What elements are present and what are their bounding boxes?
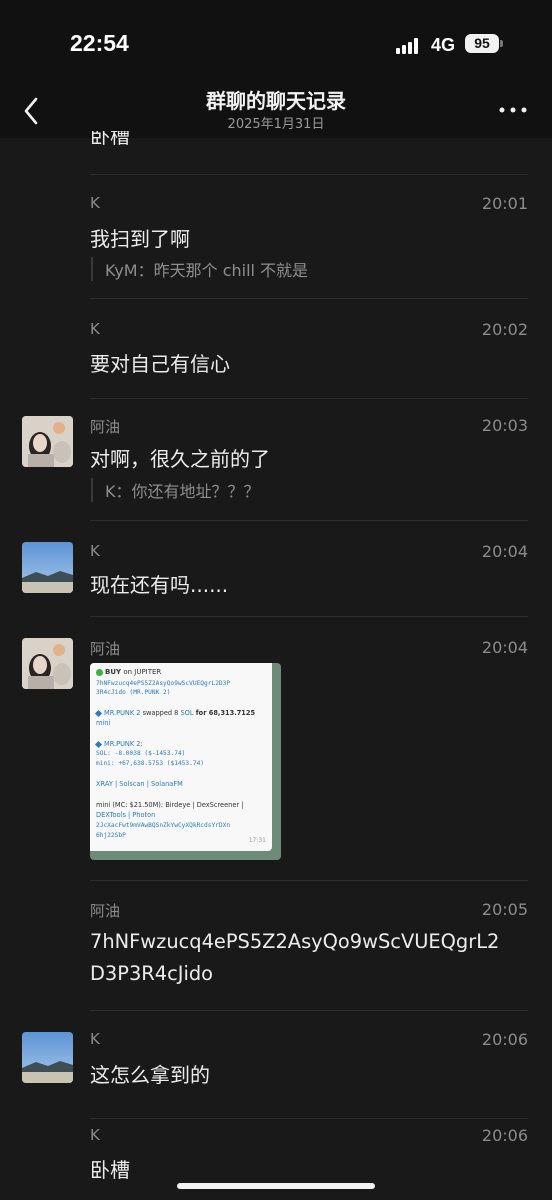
avatar[interactable] (22, 638, 73, 689)
message-text-line: D3P3R4cJido (90, 962, 214, 985)
card-sol: SOL (180, 709, 194, 717)
message-text: 我扫到了啊 (90, 227, 190, 251)
battery-tip (500, 40, 503, 47)
card-line: 3R4cJido (MR.PUNK 2) (96, 689, 171, 696)
message-time: 20:06 (481, 1030, 528, 1049)
sender-name: 阿油 (90, 640, 121, 658)
card-line: 6hj22SbP (96, 832, 126, 839)
green-circle-icon (96, 668, 103, 676)
divider (90, 174, 528, 175)
card-line: mini (96, 719, 111, 727)
partial-message-text: 卧槽 (90, 131, 130, 148)
divider (90, 398, 528, 399)
divider (90, 1010, 528, 1011)
message-time: 20:02 (481, 320, 528, 339)
network-type: 4G (431, 35, 456, 55)
card-line: DEXTools | Photon (96, 811, 156, 819)
sender-name: K (90, 194, 100, 212)
card-line: 2JcXacFwt9mVAwBQSnZkYwCyXQkRcdsYrDXn (96, 822, 231, 829)
more-dots-icon (499, 107, 527, 113)
telegram-screenshot: BUY on JUPITER 7hNFwzucq4ePS5Z2AsyQo9wSc… (90, 663, 272, 851)
divider (90, 520, 528, 521)
sender-name: K (90, 320, 100, 338)
message-time: 20:06 (481, 1126, 528, 1145)
more-button[interactable] (496, 98, 530, 118)
page-title: 群聊的聊天记录 (206, 89, 346, 113)
diamond-icon (94, 709, 103, 717)
message-time: 20:04 (481, 638, 528, 657)
card-line: 7hNFwzucq4ePS5Z2AsyQo9wScVUEQgrL2D3P (96, 680, 231, 687)
divider (90, 880, 528, 881)
signal-icon (396, 38, 422, 54)
card-line: mini: +67,638.5753 ($1453.74) (96, 760, 205, 767)
avatar[interactable] (22, 1032, 73, 1083)
card-amount: for 68,313.7125 (193, 709, 256, 717)
divider (90, 616, 528, 617)
status-time: 22:54 (70, 30, 129, 56)
battery-icon: 95 (465, 34, 499, 53)
message-time: 20:04 (481, 542, 528, 561)
message-time: 20:03 (481, 416, 528, 435)
buy-source: on JUPITER (121, 668, 162, 676)
message-text: 现在还有吗...... (90, 573, 229, 597)
sender-name: K (90, 1126, 100, 1144)
card-line: mini (MC: $21.50M): Birdeye | DexScreene… (96, 801, 244, 809)
message-text-line: 7hNFwzucq4ePS5Z2AsyQo9wScVUEQgrL2 (90, 930, 500, 953)
message-text: 卧槽 (90, 1158, 130, 1182)
home-indicator[interactable] (177, 1183, 375, 1189)
card-timestamp: 17:31 (248, 837, 266, 844)
avatar[interactable] (22, 416, 73, 467)
sender-name: 阿油 (90, 418, 121, 436)
quoted-message[interactable]: K：你还有地址？？？ (91, 478, 260, 502)
sender-name: 阿油 (90, 902, 121, 920)
card-line: XRAY | Solscan | SolanaFM (96, 780, 183, 788)
card-line: SOL: -8.0038 ($-1453.74) (96, 750, 186, 757)
avatar[interactable] (22, 542, 73, 593)
page-subtitle: 2025年1月31日 (227, 117, 325, 132)
message-time: 20:01 (481, 194, 528, 213)
nav-bar: 群聊的聊天记录 2025年1月31日 (0, 88, 552, 138)
message-time: 20:05 (481, 900, 528, 919)
sender-name: K (90, 542, 100, 560)
card-token: MR.PUNK 2: (104, 740, 143, 748)
quoted-message[interactable]: KyM：昨天那个 chill 不就是 (91, 257, 308, 281)
sender-name: K (90, 1030, 100, 1048)
card-token: MR.PUNK 2 (104, 709, 141, 717)
message-text: 要对自己有信心 (90, 352, 230, 376)
buy-label: BUY (105, 668, 122, 676)
divider (90, 1118, 528, 1119)
message-text: 对啊，很久之前的了 (90, 447, 270, 471)
divider (90, 298, 528, 299)
status-bar: 22:54 4G 95 (0, 0, 552, 88)
card-text: swapped 8 (140, 709, 181, 717)
diamond-icon (94, 740, 103, 748)
image-message[interactable]: BUY on JUPITER 7hNFwzucq4ePS5Z2AsyQo9wSc… (90, 663, 281, 860)
message-text: 这怎么拿到的 (90, 1063, 210, 1087)
